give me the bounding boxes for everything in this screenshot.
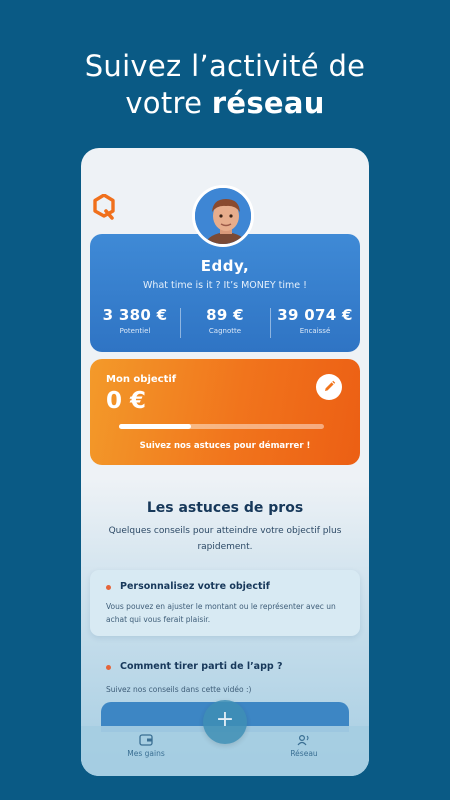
tips-subtitle: Quelques conseils pour atteindre votre o…	[108, 526, 342, 552]
profile-tagline: What time is it ? It’s MONEY time !	[143, 280, 307, 291]
plus-icon: +	[215, 707, 235, 732]
stat-label: Cagnotte	[208, 327, 242, 335]
edit-pencil-icon	[325, 380, 336, 391]
stat-potentiel: 3 380 € Potentiel	[90, 306, 180, 335]
headline: Suivez l’activité de votre réseau	[0, 48, 450, 122]
stat-value: 89 €	[206, 306, 244, 324]
tips-title: Les astuces de pros	[146, 500, 304, 516]
tip-text: Suivez nos conseils dans cette vidéo :)	[106, 685, 252, 694]
stat-label: Encaissé	[299, 327, 331, 335]
stats-card: Eddy, What time is it ? It’s MONEY time …	[90, 234, 360, 352]
nav-label: Réseau	[290, 749, 318, 758]
profile-name: Eddy,	[200, 257, 250, 275]
stat-value: 39 074 €	[277, 306, 353, 324]
network-icon	[297, 734, 309, 746]
add-button[interactable]: +	[203, 700, 247, 744]
tip-bullet-dot	[106, 585, 111, 590]
headline-line2: votre réseau	[125, 86, 325, 120]
avatar[interactable]	[192, 185, 254, 247]
stat-value: 3 380 €	[102, 306, 168, 324]
stat-cagnotte: 89 € Cagnotte	[180, 306, 270, 335]
stat-encaisse: 39 074 € Encaissé	[270, 306, 360, 335]
goal-progress-bar	[119, 424, 324, 429]
nav-mes-gains[interactable]: Mes gains	[111, 734, 181, 758]
headline-line1: Suivez l’activité de	[84, 49, 366, 83]
goal-title: Mon objectif	[106, 374, 177, 385]
nav-label: Mes gains	[127, 749, 165, 758]
edit-goal-button[interactable]	[316, 374, 342, 400]
goal-card[interactable]: Mon objectif 0 € Suivez nos astuces pour…	[90, 359, 360, 465]
phone-screen: Eddy, What time is it ? It’s MONEY time …	[81, 148, 369, 776]
tip-card[interactable]: Personnalisez votre objectif Vous pouvez…	[90, 570, 360, 636]
goal-hint: Suivez nos astuces pour démarrer !	[139, 441, 311, 451]
tip-title[interactable]: Comment tirer parti de l’app ?	[120, 661, 283, 672]
goal-progress-fill	[119, 424, 191, 429]
tip-title: Personnalisez votre objectif	[120, 581, 270, 592]
logo-icon	[93, 194, 115, 220]
stat-label: Potentiel	[119, 327, 151, 335]
goal-amount: 0 €	[106, 388, 147, 414]
nav-reseau[interactable]: Réseau	[269, 734, 339, 758]
tip-bullet-dot	[106, 665, 111, 670]
wallet-icon	[139, 734, 153, 746]
tip-text: Vous pouvez en ajuster le montant ou le …	[106, 602, 336, 624]
headline-bold-word: réseau	[211, 86, 325, 120]
